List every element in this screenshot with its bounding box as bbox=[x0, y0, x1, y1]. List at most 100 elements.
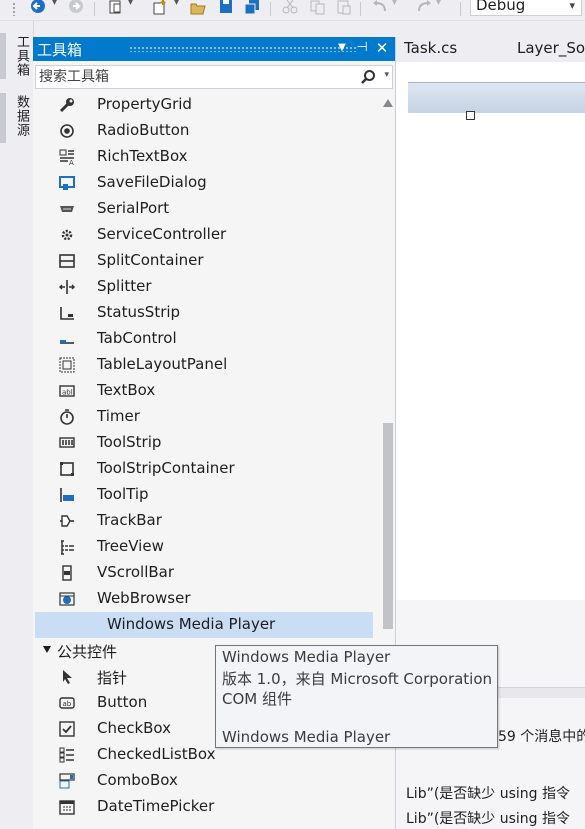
open-icon[interactable] bbox=[190, 0, 206, 16]
list-item[interactable]: Windows Media Player bbox=[35, 612, 373, 638]
item-label: CheckBox bbox=[97, 719, 172, 737]
resize-handle[interactable] bbox=[466, 111, 475, 120]
radio-button-icon bbox=[60, 124, 74, 138]
new-project-icon[interactable] bbox=[108, 0, 124, 16]
item-label: TabControl bbox=[97, 329, 177, 347]
forward-icon[interactable] bbox=[68, 0, 84, 16]
list-item[interactable]: DateTimePicker bbox=[35, 794, 373, 820]
tab-data-sources[interactable]: 数据源 bbox=[12, 95, 31, 137]
tooltip-type: COM 组件 bbox=[222, 690, 292, 708]
form-designer[interactable] bbox=[396, 62, 585, 600]
form-title-bar[interactable] bbox=[408, 82, 585, 113]
tab-toolbox[interactable]: 工具箱 bbox=[12, 35, 31, 77]
item-label: StatusStrip bbox=[97, 303, 181, 321]
list-item[interactable]: TreeView bbox=[35, 534, 373, 560]
timer-icon bbox=[60, 409, 74, 425]
undo-icon[interactable] bbox=[372, 0, 388, 16]
item-label: DateTimePicker bbox=[97, 797, 215, 815]
tab-control-icon bbox=[60, 340, 74, 344]
error-row[interactable]: Lib”(是否缺少 using 指令 bbox=[406, 808, 570, 828]
close-icon[interactable]: ✕ bbox=[373, 39, 391, 57]
item-label: Splitter bbox=[97, 277, 152, 295]
new-project-dropdown-icon[interactable]: ▾ bbox=[128, 0, 133, 8]
list-item[interactable]: RadioButton bbox=[35, 118, 373, 144]
serial-port-icon bbox=[60, 206, 74, 212]
pin-icon[interactable]: ⊣ bbox=[353, 39, 371, 57]
collapse-arrow-icon[interactable] bbox=[43, 646, 51, 653]
scroll-up-icon[interactable] bbox=[383, 99, 393, 107]
toolbox-header[interactable]: 工具箱 ▼ ⊣ ✕ bbox=[33, 37, 395, 61]
item-label: TextBox bbox=[97, 381, 156, 399]
tooltip-description: Windows Media Player bbox=[222, 728, 391, 746]
item-label: VScrollBar bbox=[97, 563, 175, 581]
button-icon: ab bbox=[59, 697, 75, 709]
tooltip: Windows Media Player 版本 1.0，来自 Microsoft… bbox=[215, 645, 498, 748]
list-item[interactable]: VScrollBar bbox=[35, 560, 373, 586]
checkbox-icon bbox=[59, 721, 75, 737]
item-label: ToolTip bbox=[97, 485, 149, 503]
solution-configuration-select[interactable]: Debug ▾ bbox=[470, 0, 582, 16]
item-label: ComboBox bbox=[97, 771, 178, 789]
item-label: TableLayoutPanel bbox=[97, 355, 228, 373]
toolbox-search[interactable]: ▾ bbox=[35, 65, 393, 89]
list-item[interactable]: WebBrowser bbox=[35, 586, 373, 612]
back-icon[interactable] bbox=[30, 0, 46, 16]
item-label: Button bbox=[97, 693, 148, 711]
search-options-dropdown-icon[interactable]: ▾ bbox=[384, 70, 389, 80]
item-label: SerialPort bbox=[97, 199, 170, 217]
list-item[interactable]: ComboBox bbox=[35, 768, 373, 794]
item-label: Windows Media Player bbox=[107, 615, 276, 633]
list-item[interactable]: ToolStripContainer bbox=[35, 456, 373, 482]
cut-icon[interactable] bbox=[282, 0, 298, 16]
trackbar-icon bbox=[60, 515, 74, 527]
svg-text:A: A bbox=[69, 159, 74, 165]
save-all-icon[interactable] bbox=[244, 0, 260, 16]
svg-text:ab: ab bbox=[63, 700, 72, 708]
error-row[interactable]: Lib”(是否缺少 using 指令 bbox=[406, 783, 570, 803]
item-label: RadioButton bbox=[97, 121, 190, 139]
redo-icon[interactable] bbox=[416, 0, 432, 16]
window-position-dropdown-icon[interactable]: ▼ bbox=[333, 39, 351, 57]
toolbar-grip[interactable] bbox=[12, 2, 16, 16]
tab-task-cs[interactable]: Task.cs bbox=[404, 39, 457, 57]
svg-text:abl: abl bbox=[62, 389, 73, 397]
list-item[interactable]: A RichTextBox bbox=[35, 144, 373, 170]
item-label: ToolStripContainer bbox=[97, 459, 235, 477]
treeview-icon bbox=[61, 540, 74, 555]
list-item[interactable]: ToolTip bbox=[35, 482, 373, 508]
item-label: CheckedListBox bbox=[97, 745, 216, 763]
datetime-picker-icon bbox=[59, 800, 75, 815]
data-sources-tab-indicator bbox=[0, 93, 6, 143]
paste-icon[interactable] bbox=[336, 0, 352, 16]
list-item[interactable]: Splitter bbox=[35, 274, 373, 300]
list-item[interactable]: StatusStrip bbox=[35, 300, 373, 326]
back-dropdown-icon[interactable]: ▾ bbox=[52, 0, 57, 8]
list-item[interactable]: SplitContainer bbox=[35, 248, 373, 274]
add-item-dropdown-icon[interactable]: ▾ bbox=[174, 0, 179, 8]
list-item[interactable]: abl TextBox bbox=[35, 378, 373, 404]
save-icon[interactable] bbox=[218, 0, 234, 16]
list-item[interactable]: SerialPort bbox=[35, 196, 373, 222]
tab-layer-sor[interactable]: Layer_Sor bbox=[517, 39, 585, 57]
item-label: SplitContainer bbox=[97, 251, 204, 269]
item-label: TreeView bbox=[97, 537, 164, 555]
list-item[interactable]: SaveFileDialog bbox=[35, 170, 373, 196]
list-item[interactable]: Timer bbox=[35, 404, 373, 430]
scroll-thumb[interactable] bbox=[383, 423, 393, 629]
list-item[interactable]: ServiceController bbox=[35, 222, 373, 248]
undo-dropdown-icon[interactable]: ▾ bbox=[392, 0, 397, 8]
search-input[interactable] bbox=[39, 68, 359, 86]
web-browser-icon bbox=[59, 592, 75, 606]
chevron-down-icon: ▾ bbox=[569, 0, 575, 12]
copy-icon[interactable] bbox=[310, 0, 326, 16]
list-item[interactable]: PropertyGrid bbox=[35, 92, 373, 118]
item-label: PropertyGrid bbox=[97, 95, 192, 113]
redo-dropdown-icon[interactable]: ▾ bbox=[436, 0, 441, 8]
add-item-icon[interactable] bbox=[152, 0, 168, 16]
list-item[interactable]: ToolStrip bbox=[35, 430, 373, 456]
tool-strip-icon bbox=[59, 437, 75, 448]
list-item[interactable]: TrackBar bbox=[35, 508, 373, 534]
list-item[interactable]: TableLayoutPanel bbox=[35, 352, 373, 378]
list-item[interactable]: TabControl bbox=[35, 326, 373, 352]
search-icon[interactable] bbox=[360, 69, 376, 85]
